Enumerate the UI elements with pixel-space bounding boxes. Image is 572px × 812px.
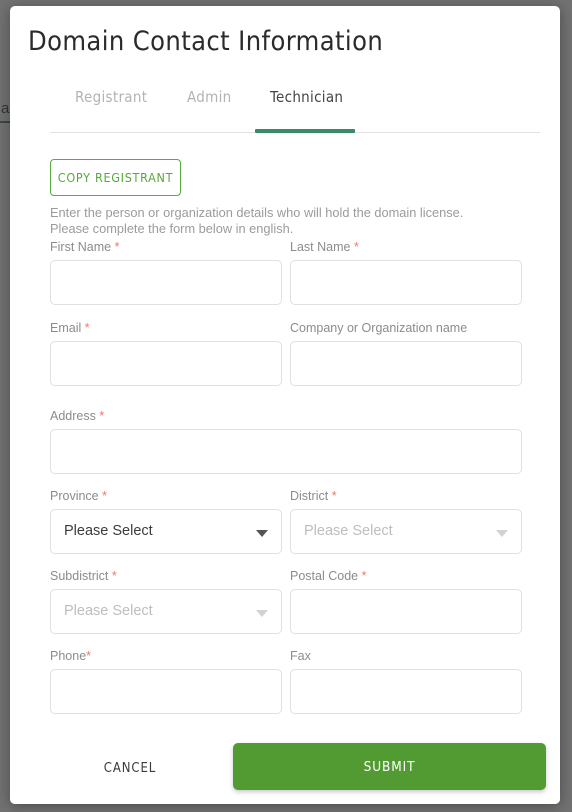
required-marker: *	[111, 569, 117, 583]
postal-code-input[interactable]	[290, 589, 522, 634]
first-name-input[interactable]	[50, 260, 282, 305]
label-province: Province *	[50, 489, 107, 503]
submit-button[interactable]: SUBMIT	[233, 743, 546, 790]
tab-admin[interactable]: Admin	[187, 88, 232, 106]
subdistrict-selected-value: Please Select	[64, 603, 153, 619]
cancel-button[interactable]: CANCEL	[80, 749, 180, 787]
label-postal-code: Postal Code *	[290, 569, 367, 583]
label-fax: Fax	[290, 649, 311, 663]
field-last-name: Last Name *	[290, 240, 522, 305]
field-district: District * Please Select	[290, 489, 522, 554]
label-last-name: Last Name *	[290, 240, 359, 254]
required-marker: *	[353, 240, 359, 254]
phone-input[interactable]	[50, 669, 282, 714]
district-select[interactable]: Please Select	[290, 509, 522, 554]
district-selected-value: Please Select	[304, 523, 393, 539]
required-marker: *	[361, 569, 367, 583]
domain-contact-modal: Domain Contact Information Registrant Ad…	[10, 6, 560, 804]
label-district: District *	[290, 489, 337, 503]
page-title: Domain Contact Information	[28, 26, 384, 57]
field-phone: Phone*	[50, 649, 282, 714]
field-fax: Fax	[290, 649, 522, 714]
required-marker: *	[84, 321, 90, 335]
required-marker: *	[114, 240, 120, 254]
chevron-down-icon	[256, 610, 268, 617]
fax-input[interactable]	[290, 669, 522, 714]
form-intro-line2: Please complete the form below in englis…	[50, 220, 294, 236]
tab-registrant[interactable]: Registrant	[75, 88, 147, 106]
field-postal-code: Postal Code *	[290, 569, 522, 634]
active-tab-indicator	[255, 129, 355, 133]
form-intro: Enter the person or organization details…	[50, 205, 520, 236]
label-subdistrict: Subdistrict *	[50, 569, 117, 583]
required-marker: *	[99, 409, 105, 423]
required-marker: *	[331, 489, 337, 503]
label-first-name: First Name *	[50, 240, 120, 254]
chevron-down-icon	[256, 530, 268, 537]
required-marker: *	[86, 649, 92, 663]
field-email: Email *	[50, 321, 282, 386]
province-selected-value: Please Select	[64, 523, 153, 539]
email-input[interactable]	[50, 341, 282, 386]
form-intro-line1: Enter the person or organization details…	[50, 205, 464, 220]
company-input[interactable]	[290, 341, 522, 386]
label-phone: Phone*	[50, 649, 92, 663]
subdistrict-select[interactable]: Please Select	[50, 589, 282, 634]
province-select[interactable]: Please Select	[50, 509, 282, 554]
required-marker: *	[102, 489, 107, 503]
field-subdistrict: Subdistrict * Please Select	[50, 569, 282, 634]
contact-tabs: Registrant Admin Technician	[40, 88, 540, 136]
field-company: Company or Organization name	[290, 321, 522, 386]
label-company: Company or Organization name	[290, 321, 468, 335]
field-first-name: First Name *	[50, 240, 282, 305]
last-name-input[interactable]	[290, 260, 522, 305]
copy-registrant-button[interactable]: COPY REGISTRANT	[50, 159, 181, 196]
field-province: Province * Please Select	[50, 489, 282, 554]
modal-footer: CANCEL SUBMIT	[10, 731, 560, 804]
address-input[interactable]	[50, 429, 522, 474]
tab-technician[interactable]: Technician	[270, 88, 343, 106]
label-email: Email *	[50, 321, 90, 335]
field-address: Address *	[50, 409, 522, 474]
label-address: Address *	[50, 409, 105, 423]
chevron-down-icon	[496, 530, 508, 537]
